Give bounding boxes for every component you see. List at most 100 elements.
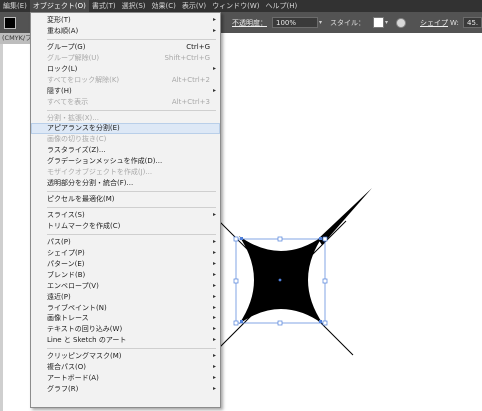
- chevron-right-icon: ▸: [212, 248, 216, 256]
- menu-separator: [47, 348, 216, 350]
- chevron-right-icon: ▸: [212, 16, 216, 23]
- menu-item: モザイクオブジェクトを作成(J)...: [31, 167, 220, 178]
- menu-item[interactable]: シェイプ(P) ▸: [31, 248, 220, 259]
- anchor-point-icon: [319, 320, 322, 323]
- menu-effect[interactable]: 効果(C): [149, 0, 179, 12]
- menu-item-label: ロック(L): [47, 64, 78, 73]
- menu-bar: 編集(E) オブジェクト(O) 書式(T) 選択(S) 効果(C) 表示(V) …: [0, 0, 482, 12]
- menu-item[interactable]: グループ(G) Ctrl+G: [31, 42, 220, 53]
- menu-item[interactable]: 透明部分を分割・統合(F)...: [31, 178, 220, 189]
- menu-separator: [47, 191, 216, 193]
- w-label: W:: [450, 18, 459, 27]
- menu-item-label: グループ(G): [47, 42, 86, 51]
- chevron-right-icon: ▸: [212, 86, 216, 94]
- handle-left: [233, 278, 239, 284]
- menu-item-label: テキストの回り込み(W): [47, 325, 123, 334]
- style-dropdown-icon[interactable]: ▾: [385, 19, 388, 26]
- chevron-right-icon: ▸: [212, 303, 216, 311]
- menu-item-label: トリムマークを作成(C): [47, 221, 121, 230]
- menu-item-label: 透明部分を分割・統合(F)...: [47, 179, 134, 188]
- menu-item[interactable]: スライス(S) ▸: [31, 210, 220, 221]
- chevron-right-icon: ▸: [212, 385, 216, 393]
- menu-separator: [47, 233, 216, 235]
- menu-item-shortcut: Alt+Ctrl+2: [171, 75, 210, 84]
- fill-swatch-icon[interactable]: [4, 16, 16, 29]
- menu-item[interactable]: 重ね順(A) ▸: [31, 26, 220, 37]
- menu-edit[interactable]: 編集(E): [0, 0, 30, 12]
- chevron-right-icon: ▸: [212, 292, 216, 300]
- handle-right: [322, 278, 328, 284]
- menu-select[interactable]: 選択(S): [119, 0, 149, 12]
- width-field[interactable]: 45.: [463, 17, 482, 28]
- menu-item[interactable]: ピクセルを最適化(M): [31, 194, 220, 205]
- menu-item[interactable]: グラデーションメッシュを作成(D)...: [31, 156, 220, 167]
- menu-item-label: 複合パス(O): [47, 363, 86, 372]
- chevron-right-icon: ▸: [212, 281, 216, 289]
- menu-item-label: シェイプ(P): [47, 248, 85, 257]
- opacity-label[interactable]: 不透明度：: [232, 18, 267, 28]
- menu-item[interactable]: ブレンド(B) ▸: [31, 270, 220, 281]
- menu-item[interactable]: ロック(L) ▸: [31, 64, 220, 75]
- menu-item-label: 変形(T): [47, 16, 71, 24]
- menu-window[interactable]: ウィンドウ(W): [209, 0, 262, 12]
- handle-top-left: [233, 236, 239, 242]
- menu-item[interactable]: 隠す(H) ▸: [31, 86, 220, 97]
- menu-item-label: ピクセルを最適化(M): [47, 195, 115, 204]
- chevron-right-icon: ▸: [212, 270, 216, 278]
- recolor-artwork-icon[interactable]: [396, 17, 406, 28]
- chevron-right-icon: ▸: [212, 64, 216, 72]
- menu-item[interactable]: ライブペイント(N) ▸: [31, 303, 220, 314]
- menu-object[interactable]: オブジェクト(O): [29, 0, 89, 12]
- menu-item-label: パス(P): [47, 237, 71, 246]
- menu-item[interactable]: グラフ(R) ▸: [31, 384, 220, 395]
- handle-bottom: [277, 320, 283, 326]
- menu-item-label: グラデーションメッシュを作成(D)...: [47, 157, 163, 166]
- menu-type[interactable]: 書式(T): [89, 0, 119, 12]
- menu-separator: [47, 38, 216, 40]
- document-tab-title: (CMYK/フ: [2, 34, 32, 42]
- anchor-point-icon: [319, 237, 322, 240]
- menu-item[interactable]: アートボード(A) ▸: [31, 373, 220, 384]
- shape-link[interactable]: シェイプ: [420, 18, 448, 28]
- menu-item-label: モザイクオブジェクトを作成(J)...: [47, 168, 153, 177]
- menu-item[interactable]: テキストの回り込み(W) ▸: [31, 324, 220, 335]
- menu-item-label: 遠近(P): [47, 292, 71, 301]
- menu-item-label: Line と Sketch のアート: [47, 336, 127, 345]
- menu-item[interactable]: エンベロープ(V) ▸: [31, 281, 220, 292]
- menu-item[interactable]: クリッピングマスク(M) ▸: [31, 351, 220, 362]
- menu-view[interactable]: 表示(V): [179, 0, 209, 12]
- menu-help[interactable]: ヘルプ(H): [263, 0, 301, 12]
- menu-item-label: ブレンド(B): [47, 270, 86, 279]
- spike-upper-right: [318, 188, 372, 245]
- menu-item[interactable]: パス(P) ▸: [31, 237, 220, 248]
- opacity-field[interactable]: 100%: [272, 17, 318, 28]
- menu-item[interactable]: アピアランスを分割(E): [31, 123, 220, 135]
- menu-item[interactable]: 遠近(P) ▸: [31, 292, 220, 303]
- opacity-dropdown-icon[interactable]: ▾: [319, 19, 322, 26]
- menu-item[interactable]: 変形(T) ▸: [31, 15, 220, 26]
- handle-bottom-left: [233, 320, 239, 326]
- chevron-right-icon: ▸: [212, 26, 216, 34]
- menu-item[interactable]: Line と Sketch のアート ▸: [31, 335, 220, 346]
- menu-item[interactable]: 画像トレース ▸: [31, 313, 220, 324]
- menu-item-shortcut: Ctrl+G: [186, 42, 210, 51]
- menu-item[interactable]: 複合パス(O) ▸: [31, 362, 220, 373]
- menu-item[interactable]: パターン(E) ▸: [31, 259, 220, 270]
- menu-item: 分割・拡張(X)...: [31, 113, 220, 124]
- menu-item[interactable]: トリムマークを作成(C): [31, 221, 220, 232]
- chevron-right-icon: ▸: [212, 259, 216, 267]
- chevron-right-icon: ▸: [212, 374, 216, 382]
- menu-item[interactable]: ラスタライズ(Z)...: [31, 145, 220, 156]
- menu-item-label: すべてをロック解除(K): [47, 75, 120, 84]
- menu-item-label: 隠す(H): [47, 86, 72, 95]
- handle-top-right: [322, 236, 328, 242]
- menu-item-label: エンベロープ(V): [47, 281, 99, 290]
- menu-item-label: 分割・拡張(X)...: [47, 113, 99, 122]
- chevron-right-icon: ▸: [212, 237, 216, 245]
- handle-bottom-right: [322, 320, 328, 326]
- chevron-right-icon: ▸: [212, 336, 216, 344]
- style-swatch-icon[interactable]: [373, 17, 384, 28]
- chevron-right-icon: ▸: [212, 363, 216, 371]
- menu-item-label: すべてを表示: [47, 97, 89, 106]
- anchor-point-icon: [240, 237, 243, 240]
